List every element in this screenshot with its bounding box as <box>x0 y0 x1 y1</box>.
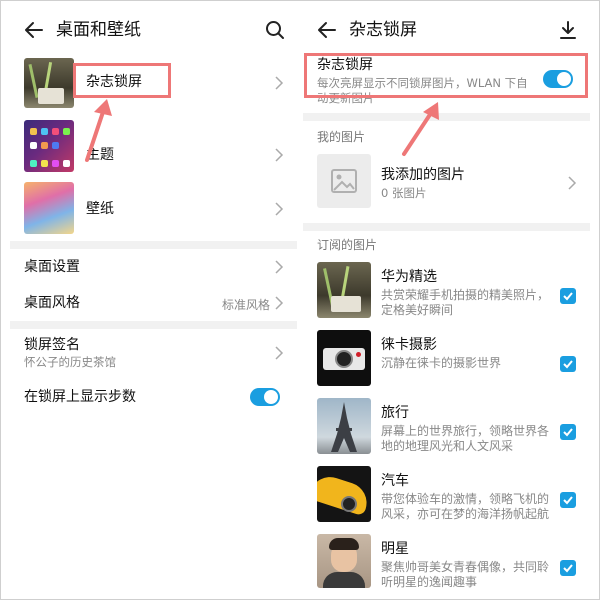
subscription-checkbox[interactable] <box>560 560 576 576</box>
signature-label: 锁屏签名 <box>24 337 80 353</box>
divider <box>10 241 297 249</box>
wallpaper-thumb <box>24 182 74 234</box>
subscription-item-travel[interactable]: 旅行 屏幕上的世界旅行，领略世界各地的地理风光和人文风采 <box>303 396 590 462</box>
leica-thumb <box>317 330 371 386</box>
desktop-style-value: 标准风格 <box>222 298 271 312</box>
chevron-right-icon <box>568 176 577 190</box>
chevron-right-icon <box>275 76 284 90</box>
desktop-style-row[interactable]: 桌面风格 标准风格 <box>10 286 297 322</box>
show-steps-row: 在锁屏上显示步数 <box>10 382 297 418</box>
huawei-thumb <box>317 262 371 318</box>
my-pictures-row[interactable]: 我添加的图片 0 张图片 <box>303 150 590 214</box>
menu-item-theme[interactable]: 主题 <box>10 116 297 178</box>
magazine-lock-thumb <box>24 58 74 108</box>
subscription-desc: 带您体验车的激情，领略飞机的风采，亦可在梦的海洋扬帆起航 <box>381 492 550 521</box>
image-placeholder-icon <box>317 154 371 208</box>
stars-thumb <box>317 534 371 588</box>
show-steps-label: 在锁屏上显示步数 <box>24 389 136 405</box>
subscription-item-huawei[interactable]: 华为精选 共赏荣耀手机拍摄的精美照片，定格美好瞬间 <box>303 260 590 326</box>
subscription-item-leica[interactable]: 徕卡摄影 沉静在徕卡的摄影世界 <box>303 328 590 394</box>
my-pictures-section-label: 我的图片 <box>317 130 366 144</box>
back-arrow-icon[interactable] <box>22 18 46 42</box>
show-steps-toggle[interactable] <box>250 388 280 406</box>
left-header: 桌面和壁纸 <box>10 10 297 50</box>
subscription-checkbox[interactable] <box>560 356 576 372</box>
highlight-box <box>304 53 588 98</box>
subscription-desc: 共赏荣耀手机拍摄的精美照片，定格美好瞬间 <box>381 288 550 317</box>
subscription-checkbox[interactable] <box>560 424 576 440</box>
divider <box>10 321 297 329</box>
chevron-right-icon <box>275 202 284 216</box>
divider <box>303 223 590 231</box>
desktop-settings-label: 桌面设置 <box>24 259 80 275</box>
page-title: 桌面和壁纸 <box>56 20 141 40</box>
chevron-right-icon <box>275 296 284 310</box>
right-header: 杂志锁屏 <box>303 10 590 50</box>
menu-item-label: 壁纸 <box>86 201 114 217</box>
subscription-desc: 屏幕上的世界旅行，领略世界各地的地理风光和人文风采 <box>381 424 550 453</box>
menu-item-wallpaper[interactable]: 壁纸 <box>10 178 297 240</box>
subscription-desc: 沉静在徕卡的摄影世界 <box>381 356 502 370</box>
download-icon[interactable] <box>556 18 580 42</box>
theme-thumb <box>24 120 74 172</box>
divider <box>303 113 590 121</box>
my-pictures-count: 0 张图片 <box>381 186 427 200</box>
subscribed-section-label: 订阅的图片 <box>317 238 378 252</box>
search-icon[interactable] <box>263 18 287 42</box>
my-pictures-title: 我添加的图片 <box>381 167 465 183</box>
subscription-title: 明星 <box>381 541 409 557</box>
chevron-right-icon <box>275 260 284 274</box>
subscription-item-cars[interactable]: 汽车 带您体验车的激情，领略飞机的风采，亦可在梦的海洋扬帆起航 <box>303 464 590 530</box>
signature-value: 怀公子的历史茶馆 <box>24 355 116 369</box>
desktop-wallpaper-screen: 桌面和壁纸 杂志锁屏 主题 壁纸 桌面设置 桌面风格 标准风格 锁屏签名 怀公子… <box>10 10 297 588</box>
travel-thumb <box>317 398 371 454</box>
back-arrow-icon[interactable] <box>315 18 339 42</box>
toggle-knob <box>264 390 278 404</box>
subscription-checkbox[interactable] <box>560 288 576 304</box>
page-title: 杂志锁屏 <box>349 20 417 40</box>
subscription-title: 华为精选 <box>381 269 437 285</box>
subscription-item-stars[interactable]: 明星 聚焦帅哥美女青春偶像，共同聆听明星的逸闻趣事 <box>303 532 590 588</box>
lockscreen-signature-row[interactable]: 锁屏签名 怀公子的历史茶馆 <box>10 330 297 376</box>
magazine-lock-screen: 杂志锁屏 杂志锁屏 每次亮屏显示不同锁屏图片，WLAN 下自动更新图片 我的图片… <box>303 10 590 588</box>
subscription-title: 徕卡摄影 <box>381 337 437 353</box>
chevron-right-icon <box>275 148 284 162</box>
desktop-style-label: 桌面风格 <box>24 295 80 311</box>
highlight-box <box>73 63 171 98</box>
subscription-desc: 聚焦帅哥美女青春偶像，共同聆听明星的逸闻趣事 <box>381 560 550 588</box>
desktop-settings-row[interactable]: 桌面设置 <box>10 250 297 290</box>
menu-item-label: 主题 <box>86 147 114 163</box>
subscription-title: 旅行 <box>381 405 409 421</box>
cars-thumb <box>317 466 371 522</box>
subscription-checkbox[interactable] <box>560 492 576 508</box>
chevron-right-icon <box>275 346 284 360</box>
subscription-title: 汽车 <box>381 473 409 489</box>
